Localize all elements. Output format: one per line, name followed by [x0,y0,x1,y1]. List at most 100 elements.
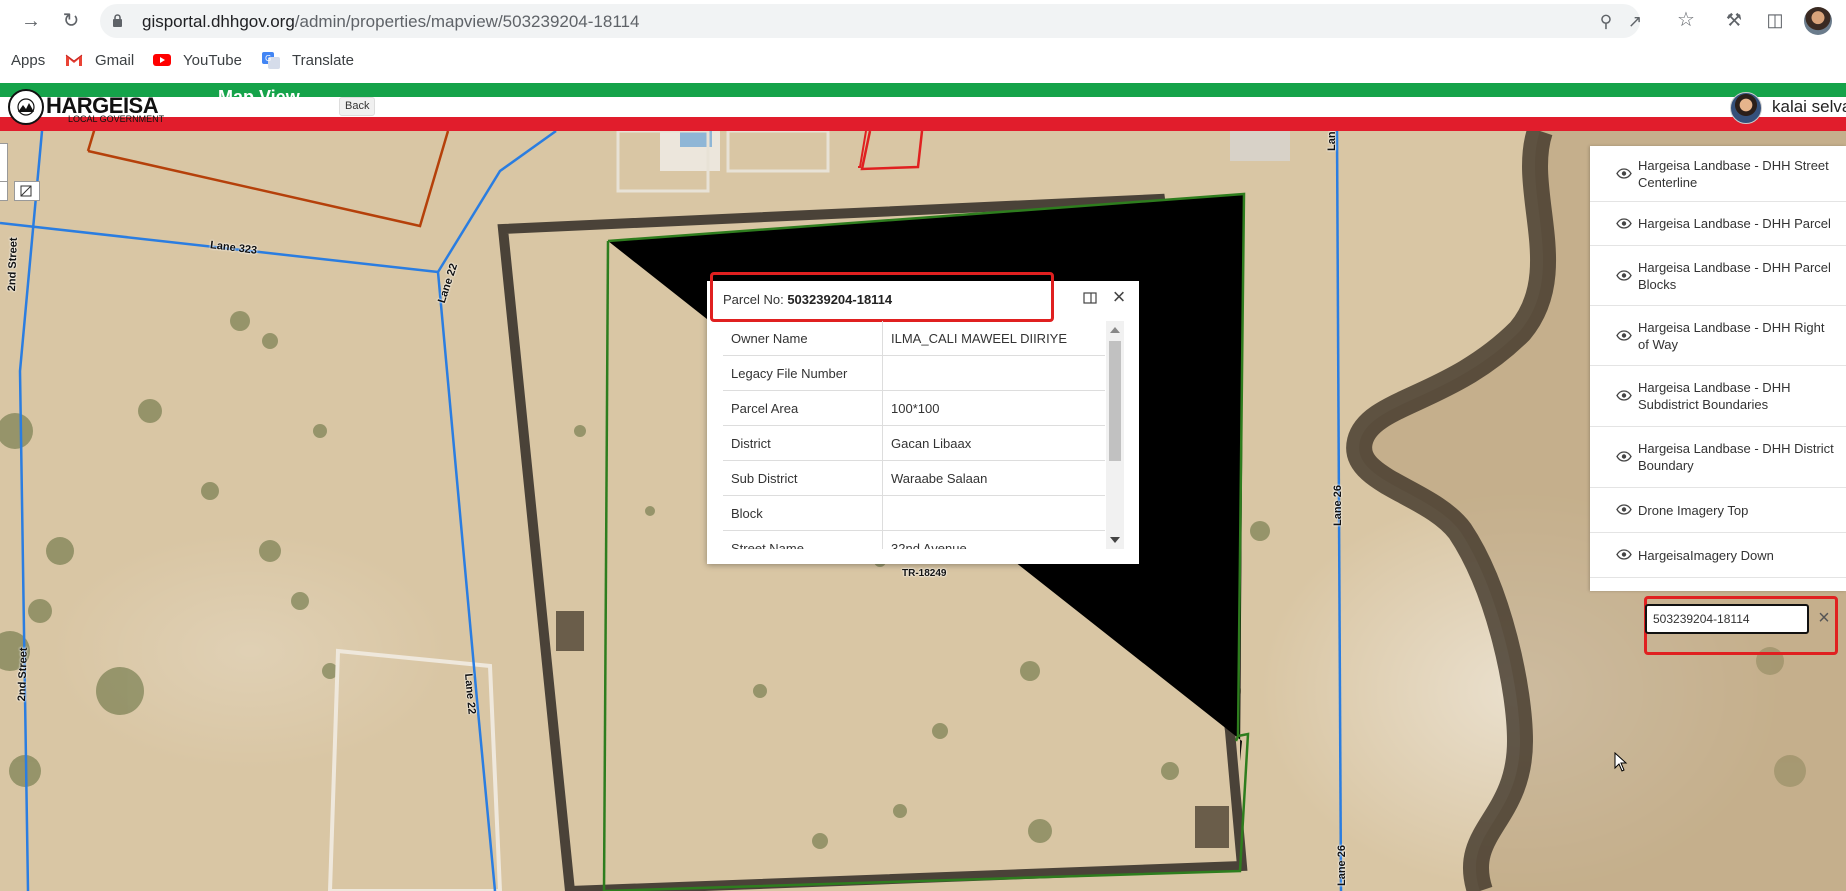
eye-icon[interactable] [1616,451,1632,462]
extensions-icon[interactable]: ⚒ [1723,9,1745,31]
popup-scrollbar[interactable] [1106,321,1124,549]
table-row: Block [723,496,1105,531]
road-label: Lane 26 [1332,485,1344,526]
username-label[interactable]: kalai selva [1772,97,1846,117]
table-row: Owner Name ILMA_CALI MAWEEL DIIRIYE [723,321,1105,356]
share-icon[interactable]: ↗ [1625,12,1645,32]
bookmark-star-icon[interactable]: ☆ [1675,9,1697,31]
road-label: 2nd Street [16,647,30,702]
gmail-icon [65,54,83,66]
attribute-key: Block [723,496,883,530]
parcel-search-input[interactable] [1645,604,1809,634]
translate-icon: G [262,52,280,69]
table-row: Legacy File Number [723,356,1105,391]
table-row: Sub District Waraabe Salaan [723,461,1105,496]
reload-icon[interactable]: ↻ [58,8,84,34]
attribute-value: 100*100 [891,401,940,416]
attribute-value: Gacan Libaax [891,436,972,451]
close-icon[interactable]: × [1815,608,1833,628]
measure-tool-button[interactable] [14,181,40,201]
maximize-icon[interactable] [1083,292,1097,304]
bookmark-apps[interactable]: Apps [11,52,45,69]
profile-avatar[interactable] [1804,7,1832,35]
attribute-key: District [723,426,883,460]
hargeisa-logo [8,89,44,125]
attribute-value: Waraabe Salaan [891,471,988,486]
close-icon[interactable]: × [1110,286,1128,308]
layer-item[interactable]: Hargeisa Landbase - DHH Parcel [1590,202,1846,246]
parcel-red [860,131,924,171]
enclosure-outline [726,131,830,173]
svg-text:G: G [265,54,271,63]
back-button[interactable]: Back [339,97,376,116]
layer-list-panel: Hargeisa Landbase - DHH Street Centerlin… [1590,146,1846,591]
layer-item[interactable]: Hargeisa Landbase - DHH Subdistrict Boun… [1590,366,1846,427]
attribute-key: Sub District [723,461,883,495]
attribute-value: 32nd Avenue [891,541,967,549]
zoom-icon[interactable]: ⚲ [1596,12,1616,32]
layer-label: Hargeisa Landbase - DHH Subdistrict Boun… [1638,380,1791,412]
layer-label: Drone Imagery Top [1638,502,1749,518]
brand-subtitle: LOCAL GOVERNMENT [68,114,165,124]
attribute-key: Parcel Area [723,391,883,425]
lock-icon [113,14,122,27]
layer-label: Hargeisa Landbase - DHH Parcel [1638,216,1831,231]
page-title: Map View [218,87,300,98]
user-avatar[interactable] [1730,92,1762,124]
layer-item[interactable]: Hargeisa Landbase - DHH Street Centerlin… [1590,146,1846,202]
side-panel-icon[interactable]: ◫ [1764,9,1786,31]
parcel-attribute-table[interactable]: Owner Name ILMA_CALI MAWEEL DIIRIYE Lega… [723,321,1105,549]
address-bar[interactable]: gisportal.dhhgov.org/admin/properties/ma… [100,4,1642,38]
layer-label: Hargeisa Landbase - DHH Right of Way [1638,319,1825,352]
youtube-icon [153,54,171,66]
road-label: Lane [1326,131,1338,151]
wall-structure [556,611,584,651]
wall-structure [1195,806,1229,848]
table-row: District Gacan Libaax [723,426,1105,461]
table-row: Parcel Area 100*100 [723,391,1105,426]
table-row: Street Name 32nd Avenue [723,531,1105,549]
scroll-thumb[interactable] [1109,341,1121,461]
url-text: gisportal.dhhgov.org/admin/properties/ma… [142,12,640,31]
forward-icon[interactable]: → [18,8,44,34]
selected-parcel [602,240,610,891]
attribute-value: ILMA_CALI MAWEEL DIIRIYE [891,331,1068,346]
scroll-up-icon[interactable] [1110,327,1120,333]
attribute-key: Owner Name [723,321,883,355]
layer-label: Hargeisa Landbase - DHH Street Centerlin… [1638,157,1829,190]
scroll-down-icon[interactable] [1110,537,1120,543]
mouse-cursor-icon [1614,752,1628,772]
eye-icon[interactable] [1616,329,1632,341]
attribute-key: Legacy File Number [723,356,883,390]
bookmark-translate[interactable]: Translate [292,52,354,69]
parcel-brown [86,131,96,152]
eye-icon[interactable] [1616,549,1632,560]
popup-title: Parcel No: 503239204-18114 [723,292,893,307]
layer-item[interactable]: Hargeisa Landbase - DHH District Boundar… [1590,427,1846,488]
eye-icon[interactable] [1616,217,1632,229]
road-label: 2nd Street [6,237,20,292]
layer-item[interactable]: Drone Imagery Top [1590,488,1846,533]
logo-emblem-icon [17,98,35,116]
map-control-divider [0,181,8,201]
eye-icon[interactable] [1616,390,1632,401]
bookmark-gmail[interactable]: Gmail [95,52,134,69]
parcel-number: 503239204-18114 [787,292,893,307]
layer-label: HargeisaImagery Down [1638,547,1774,563]
road-label: Lane 26 [1336,845,1348,886]
attribute-value [883,496,1105,530]
eye-icon[interactable] [1616,167,1632,179]
road-lane-22 [436,131,557,891]
parcel-label: TR-18249 [902,568,947,579]
bookmark-youtube[interactable]: YouTube [183,52,242,69]
layer-label: Hargeisa Landbase - DHH Parcel Blocks [1638,259,1831,292]
layer-item[interactable]: HargeisaImagery Down [1590,533,1846,578]
parcel-brown [87,131,450,228]
layer-item[interactable]: Hargeisa Landbase - DHH Right of Way [1590,306,1846,366]
attribute-key: Street Name [723,531,883,549]
eye-icon[interactable] [1616,269,1632,281]
measure-icon [20,185,32,197]
browser-toolbar: → ↻ gisportal.dhhgov.org/admin/propertie… [0,0,1846,42]
eye-icon[interactable] [1616,504,1632,515]
layer-item[interactable]: Hargeisa Landbase - DHH Parcel Blocks [1590,246,1846,306]
